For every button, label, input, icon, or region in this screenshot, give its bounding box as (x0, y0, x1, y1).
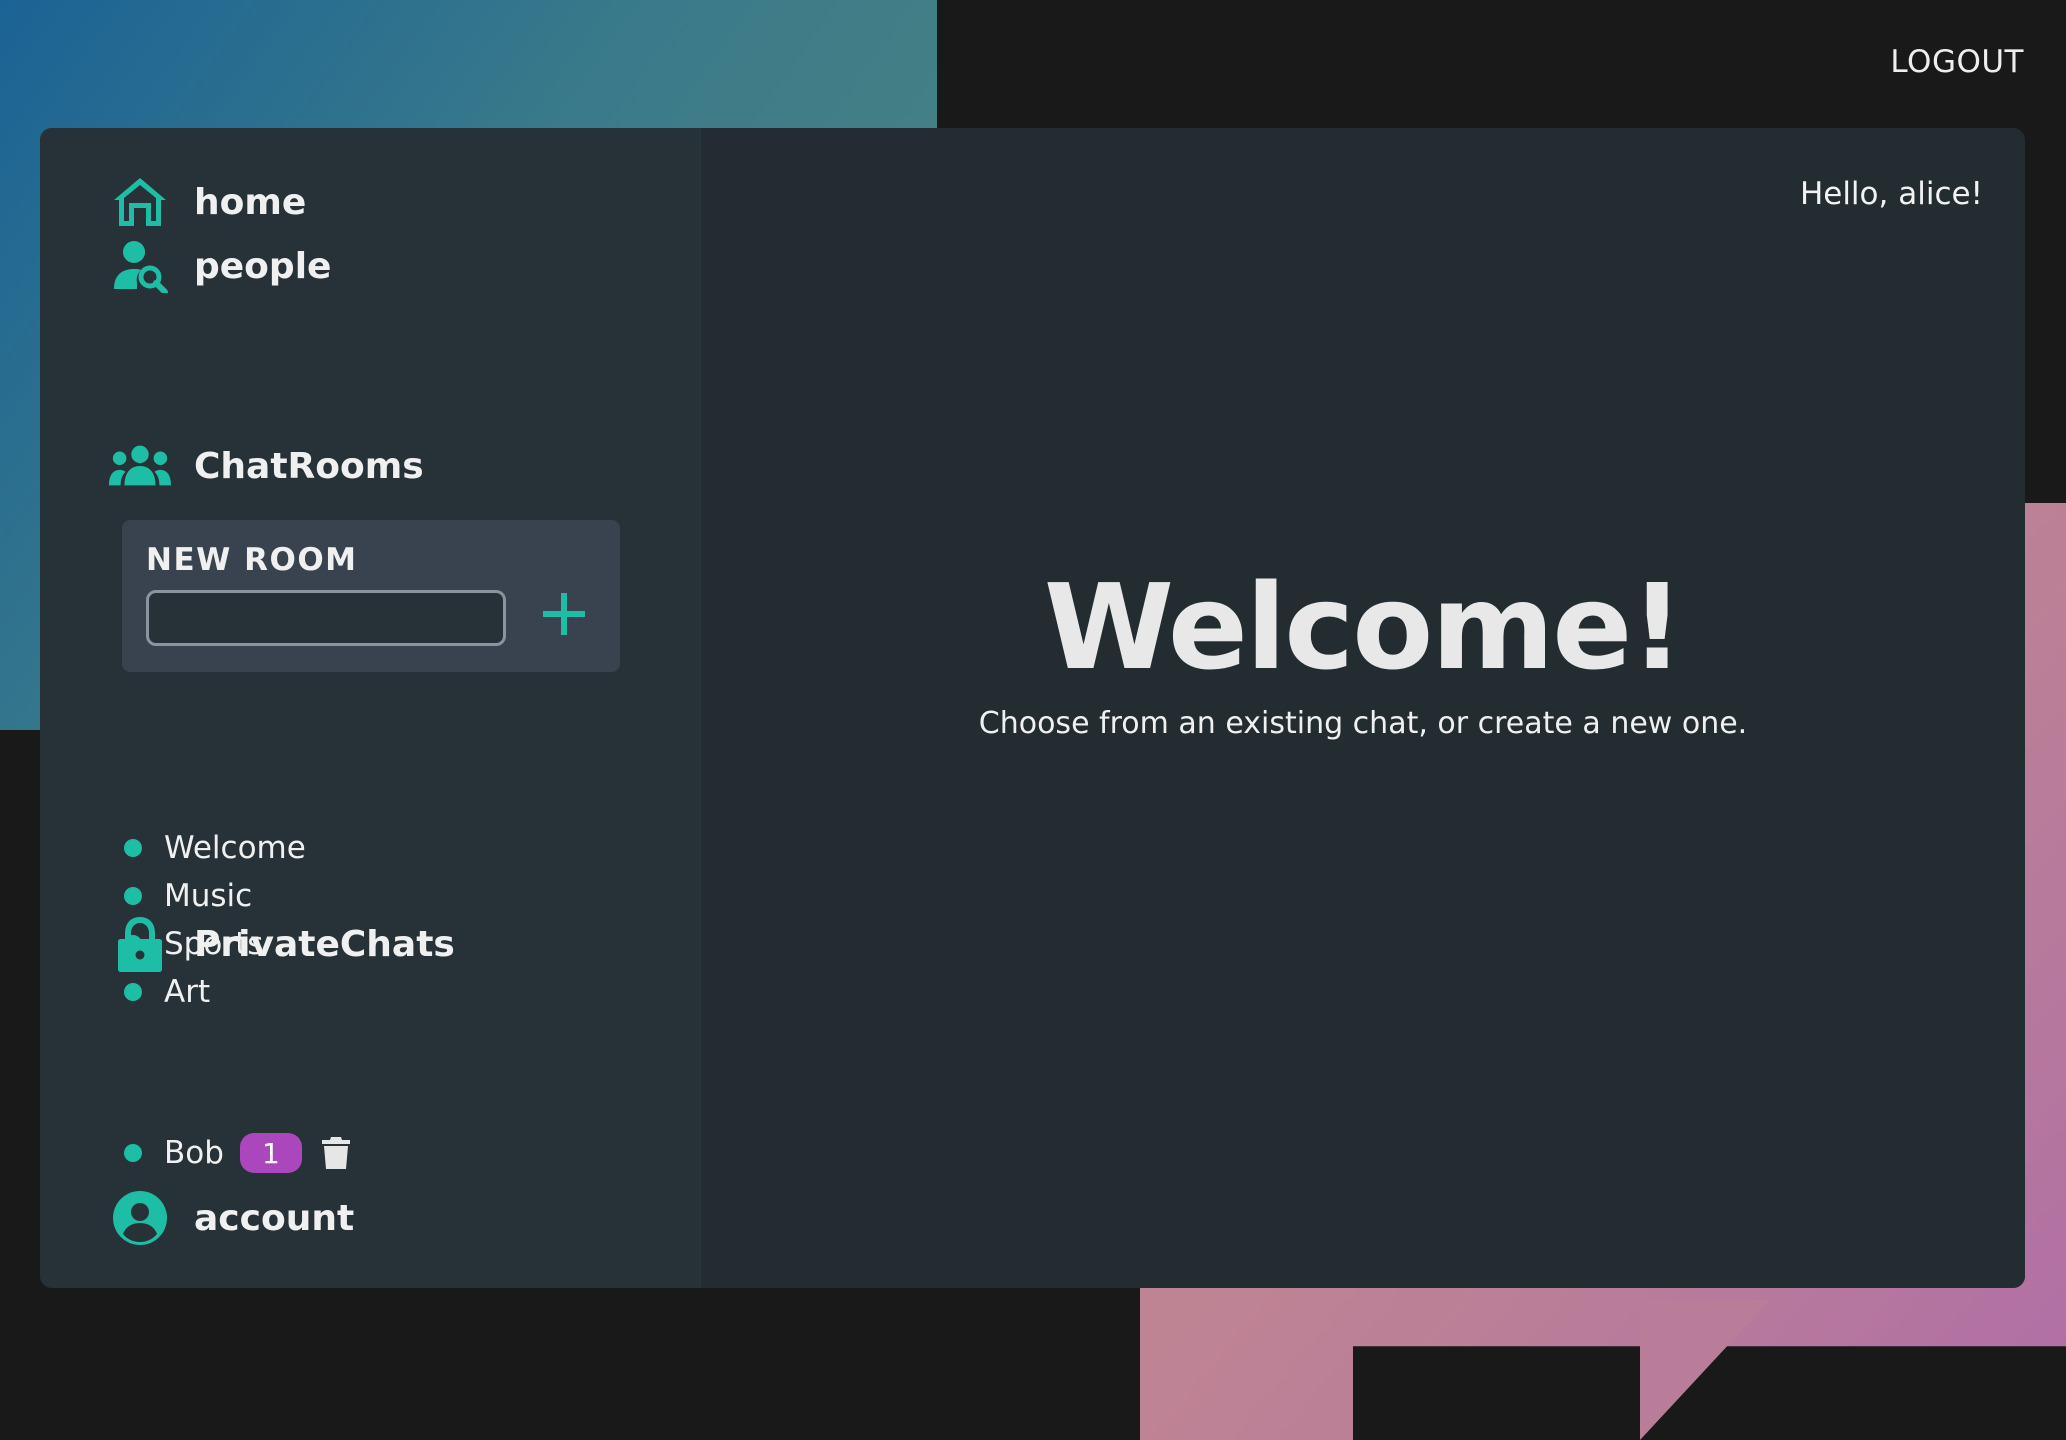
delete-chat-button[interactable] (316, 1133, 356, 1173)
private-chat-name: Bob (164, 1135, 224, 1171)
welcome-title: Welcome! (1043, 558, 1684, 696)
logout-button[interactable]: LOGOUT (1890, 44, 2024, 80)
room-status-dot (124, 839, 142, 857)
room-item-welcome[interactable]: Welcome (122, 824, 306, 872)
room-name: Welcome (164, 830, 306, 866)
chat-status-dot (124, 1144, 142, 1162)
unread-badge: 1 (239, 1133, 302, 1173)
plus-icon (543, 593, 585, 635)
lock-icon (108, 912, 172, 976)
new-room-input[interactable] (146, 590, 506, 646)
private-chat-item-bob[interactable]: Bob 1 (122, 1129, 356, 1177)
people-search-icon (108, 234, 172, 298)
new-room-title: NEW ROOM (146, 542, 358, 578)
new-room-panel: NEW ROOM (122, 520, 620, 672)
sidebar: home people ChatRooms NEW ROOM Welcome M… (40, 128, 701, 1288)
room-status-dot (124, 983, 142, 1001)
nav-item-label: home (194, 181, 307, 223)
nav-item-label: people (194, 245, 332, 287)
main-content: Hello, alice! Welcome! Choose from an ex… (701, 128, 2025, 1288)
room-name: Music (164, 878, 253, 914)
private-chats-label: PrivateChats (194, 923, 455, 965)
home-icon (108, 170, 172, 234)
group-icon (108, 434, 172, 498)
nav-item-account[interactable]: account (108, 1186, 354, 1250)
room-name: Art (164, 974, 211, 1010)
nav-item-home[interactable]: home (108, 170, 306, 234)
background-gradient-tail (1640, 1300, 1770, 1440)
nav-item-people[interactable]: people (108, 234, 331, 298)
account-label: account (194, 1197, 355, 1239)
user-greeting: Hello, alice! (1799, 176, 1983, 212)
chatrooms-label: ChatRooms (194, 445, 424, 487)
welcome-subtitle: Choose from an existing chat, or create … (978, 706, 1748, 741)
app-window: home people ChatRooms NEW ROOM Welcome M… (40, 128, 2025, 1288)
add-room-button[interactable] (532, 582, 596, 646)
account-circle-icon (108, 1186, 172, 1250)
chatrooms-heading: ChatRooms (108, 434, 424, 498)
room-status-dot (124, 887, 142, 905)
private-chats-heading: PrivateChats (108, 912, 455, 976)
trash-icon (321, 1137, 350, 1169)
